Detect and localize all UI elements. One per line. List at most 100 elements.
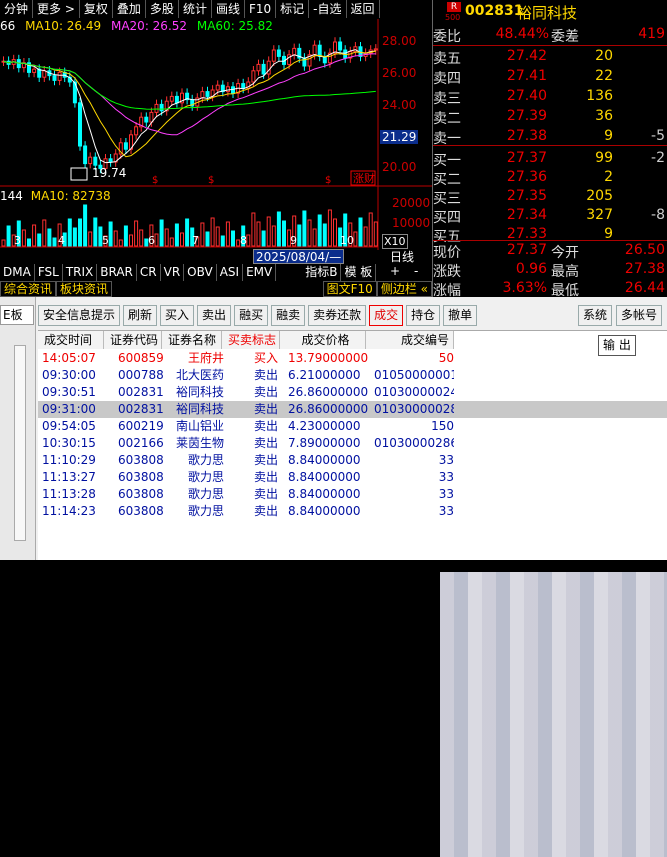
positions-button[interactable]: 持仓 xyxy=(406,305,441,326)
cell-code: 603808 xyxy=(118,453,164,467)
adjust-button[interactable]: 复权 xyxy=(80,0,113,18)
r-number: 500 xyxy=(445,13,461,22)
candle-body xyxy=(144,116,149,123)
candle-body xyxy=(241,83,246,89)
filled-orders-button[interactable]: 成交 xyxy=(369,305,404,326)
tab-sector-info[interactable]: 板块资讯 xyxy=(56,281,113,297)
table-row[interactable]: 09:30:00 000788 北大医药 卖出 6.21000000 0105000000… xyxy=(38,367,667,384)
x-tick: 7 xyxy=(192,234,199,247)
buy-button[interactable]: 买入 xyxy=(160,305,195,326)
stats-button[interactable]: 统计 xyxy=(179,0,212,18)
table-row[interactable]: 14:05:07 600859 王府井 买入 13.79000000 50 xyxy=(38,350,667,367)
candle-body xyxy=(78,102,82,147)
cell-side: 卖出 xyxy=(253,453,278,467)
candle-body xyxy=(225,86,230,93)
cancel-order-button[interactable]: 撤单 xyxy=(443,305,478,326)
watchlist-button[interactable]: -自选 xyxy=(309,0,347,18)
candle-body xyxy=(256,63,261,72)
col-trade-no[interactable]: 成交编号 xyxy=(366,331,454,349)
col-name[interactable]: 证券名称 xyxy=(162,331,222,349)
tab-emv[interactable]: EMV xyxy=(243,264,277,281)
vol-ma10-label: MA10: 82738 xyxy=(30,189,111,203)
tab-fsl[interactable]: FSL xyxy=(35,264,63,281)
table-row[interactable]: 11:10:29 603808 歌力思 卖出 8.84000000 33 xyxy=(38,452,667,469)
tab-dma[interactable]: DMA xyxy=(0,264,35,281)
table-row[interactable]: 11:13:27 603808 歌力思 卖出 8.84000000 33 xyxy=(38,469,667,486)
table-row[interactable]: 09:31:00 002831 裕同科技 卖出 26.86000000 010300000… xyxy=(38,401,667,418)
daily-line-button[interactable]: 日线 xyxy=(390,248,414,265)
margin-sell-button[interactable]: 融卖 xyxy=(271,305,306,326)
table-row[interactable]: 09:30:51 002831 裕同科技 卖出 26.86000000 010300000… xyxy=(38,384,667,401)
back-button[interactable]: 返回 xyxy=(347,0,380,18)
tab-brar[interactable]: BRAR xyxy=(97,264,137,281)
summary-value: 0.96 xyxy=(515,261,547,277)
minute-button[interactable]: 分钟 xyxy=(0,0,34,18)
system-button[interactable]: 系统 xyxy=(578,305,613,326)
tab-trix[interactable]: TRIX xyxy=(63,264,98,281)
table-row[interactable]: 10:30:15 002166 莱茵生物 卖出 7.89000000 0103000028… xyxy=(38,435,667,452)
trade-button-bar: 安全信息提示 刷新 买入 卖出 融买 融卖 卖券还款 成交 持仓 撤单 xyxy=(38,305,480,327)
table-row[interactable]: 09:54:05 600219 南山铝业 卖出 4.23000000 150 xyxy=(38,418,667,435)
cell-price: 8.84000000 xyxy=(288,453,361,467)
safety-info-button[interactable]: 安全信息提示 xyxy=(38,305,121,326)
multi-account-button[interactable]: 多帐号 xyxy=(616,305,663,326)
tab-general-info[interactable]: 综合资讯 xyxy=(0,281,57,297)
tab-f10-graphic[interactable]: 图文F10 xyxy=(322,281,377,297)
multi-stock-button[interactable]: 多股 xyxy=(146,0,179,18)
margin-buy-button[interactable]: 融买 xyxy=(234,305,269,326)
cell-code: 603808 xyxy=(118,487,164,501)
tab-asi[interactable]: ASI xyxy=(217,264,244,281)
col-side[interactable]: 买卖标志 xyxy=(222,331,280,349)
cell-side: 买入 xyxy=(253,351,278,365)
cell-time: 11:13:28 xyxy=(42,487,96,501)
signal-s-marker: $ xyxy=(152,175,158,186)
sell-button[interactable]: 卖出 xyxy=(197,305,232,326)
ma5-label: 66 xyxy=(0,19,16,33)
tab-indicator-b[interactable]: 指标B xyxy=(302,264,342,281)
table-row[interactable]: 11:14:23 603808 歌力思 卖出 8.84000000 33 xyxy=(38,503,667,520)
tab-vr[interactable]: VR xyxy=(161,264,185,281)
vol-tick: 20000 xyxy=(392,196,431,210)
tab-obv[interactable]: OBV xyxy=(184,264,217,281)
ask-volume: 9 xyxy=(604,128,613,144)
col-price[interactable]: 成交价格 xyxy=(280,331,366,349)
x-tick: 5 xyxy=(102,234,109,247)
cell-name: 歌力思 xyxy=(187,504,224,518)
table-row[interactable]: 11:13:28 603808 歌力思 卖出 8.84000000 33 xyxy=(38,486,667,503)
stock-code: 002831 xyxy=(465,3,524,19)
vol-tick: 10000 xyxy=(392,216,431,230)
candle-body xyxy=(292,47,297,56)
sidebar-toggle[interactable]: 侧边栏 « xyxy=(376,281,432,297)
mark-button[interactable]: 标记 xyxy=(276,0,310,18)
kline-chart[interactable]: $ $ $ 涨财 xyxy=(0,0,432,264)
candle-body xyxy=(261,63,266,75)
output-button[interactable]: 输 出 xyxy=(598,335,636,356)
signal-s-marker: $ xyxy=(208,175,214,186)
col-time[interactable]: 成交时间 xyxy=(38,331,104,349)
cell-trade-no: 150 xyxy=(431,419,454,433)
candle-body xyxy=(373,48,378,51)
ask-price: 27.41 xyxy=(506,68,547,84)
overlay-button[interactable]: 叠加 xyxy=(113,0,146,18)
sell-repay-button[interactable]: 卖券还款 xyxy=(308,305,367,326)
cell-time: 09:31:00 xyxy=(42,402,96,416)
ma20-label: MA20: 26.52 xyxy=(110,19,188,33)
cell-trade-no: 33 xyxy=(438,487,454,501)
stock-name: 裕同科技 xyxy=(517,4,578,22)
candle-body xyxy=(42,70,47,78)
bid-volume: 2 xyxy=(604,169,613,185)
template-button[interactable]: 模 板 xyxy=(341,264,377,281)
more-button[interactable]: 更多 > xyxy=(33,0,80,18)
refresh-button[interactable]: 刷新 xyxy=(123,305,158,326)
cell-name: 歌力思 xyxy=(187,487,224,501)
draw-line-button[interactable]: 画线 xyxy=(212,0,245,18)
tab-cr[interactable]: CR xyxy=(137,264,161,281)
col-code[interactable]: 证券代码 xyxy=(104,331,162,349)
trade-panel: E板 安全信息提示 刷新 买入 卖出 融买 融卖 卖券还款 成交 持仓 撤单 系… xyxy=(0,297,667,857)
bid-price: 27.37 xyxy=(506,150,547,166)
f10-button[interactable]: F10 xyxy=(245,0,277,18)
board-tab[interactable]: E板 xyxy=(0,305,34,325)
stock-header: R 500 002831 裕同科技 xyxy=(432,0,667,24)
left-scrollbar[interactable] xyxy=(14,345,26,541)
bid-volume: 99 xyxy=(595,150,613,166)
